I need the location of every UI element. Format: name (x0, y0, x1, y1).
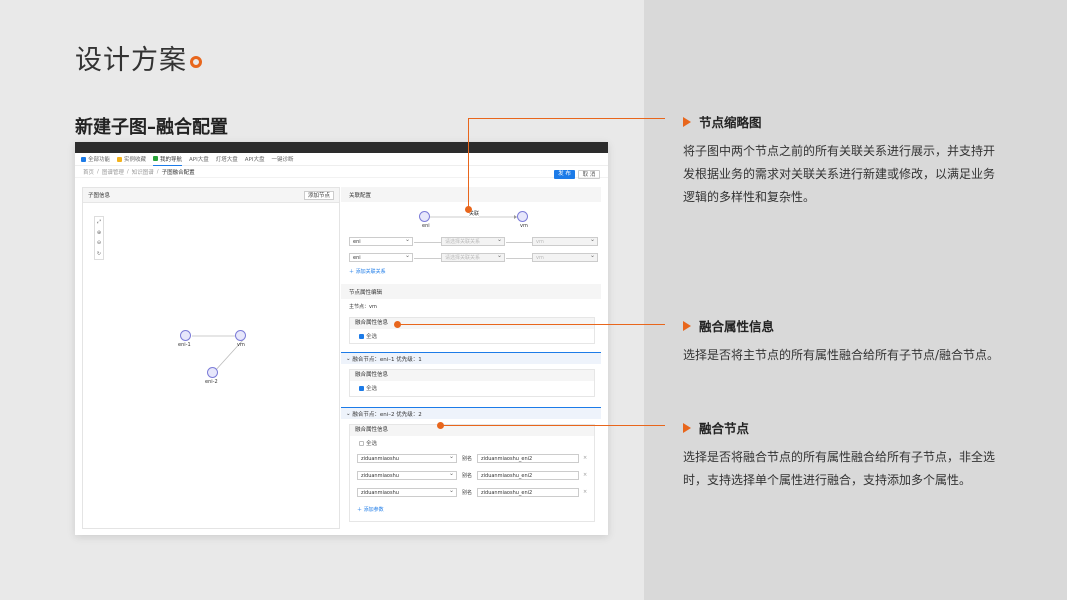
nav-item-diagnose[interactable]: 一键诊断 (271, 155, 293, 163)
crumb-home[interactable]: 首页 (83, 168, 94, 176)
node-label-eni-1: eni-1 (178, 342, 191, 348)
nav-item-api-2[interactable]: API大盘 (245, 155, 265, 163)
nav-item-my-nav[interactable]: 我的导航 (153, 153, 183, 166)
triangle-icon (683, 320, 691, 331)
annotation-title: 融合节点 (699, 421, 750, 436)
user-icon (153, 156, 159, 161)
section-title: 新建子图–融合配置 (75, 117, 228, 138)
node1-merge-box: 融合属性信息 全选 (349, 369, 595, 397)
nav-item-favorites[interactable]: 实例收藏 (117, 155, 146, 163)
annotation-merge-node: 融合节点 选择是否将融合节点的所有属性融合给所有子节点，非全选时，支持选择单个属… (683, 418, 1003, 492)
checkbox-checked-icon[interactable] (359, 386, 364, 391)
annotation-title: 节点缩略图 (699, 115, 762, 130)
marker-dot (437, 422, 444, 429)
crumb-graph-mgmt[interactable]: 图谱管理 (102, 168, 124, 176)
connector-line (397, 324, 665, 325)
alias-input[interactable]: ziduanmiaoshu_eni2 (477, 488, 579, 497)
node1-merge-title: 融合属性信息 (350, 370, 594, 381)
annotation-body: 选择是否将主节点的所有属性融合给所有子节点/融合节点。 (683, 348, 1000, 362)
rel-connector (414, 258, 441, 259)
app-screenshot: 全部功能 实例收藏 我的导航 API大盘 灯塔大盘 API大盘 一键诊断 首页 /… (75, 142, 608, 535)
attr-edit-header: 节点属性编辑 (341, 284, 601, 299)
grid-icon (81, 156, 86, 162)
app-topbar (75, 142, 608, 153)
title-dot-icon (190, 56, 202, 68)
node-label-eni-2: eni-2 (205, 379, 218, 385)
folder-icon (117, 156, 123, 162)
graph-node-vm[interactable] (235, 330, 246, 341)
right-background (644, 0, 1067, 600)
checkbox-checked-icon[interactable] (359, 334, 364, 339)
connector-line (468, 118, 665, 119)
nav-item-api[interactable]: API大盘 (189, 155, 209, 163)
main-node-label: 主节点：vm (349, 304, 377, 310)
annotation-merge-info: 融合属性信息 选择是否将主节点的所有属性融合给所有子节点/融合节点。 (683, 316, 1003, 367)
annotation-title: 融合属性信息 (699, 319, 775, 334)
alias-label: 别名 (462, 473, 473, 479)
rel-connector (414, 242, 441, 243)
rel-to-select[interactable]: vm (532, 252, 598, 262)
node-label-vm: vm (237, 342, 245, 348)
crumb-kg[interactable]: 知识图谱 (132, 168, 154, 176)
thumb-label-vm: vm (520, 223, 528, 229)
annotation-thumbnail: 节点缩略图 将子图中两个节点之前的所有关联关系进行展示，并支持开发根据业务的需求… (683, 112, 1003, 209)
rel-type-select[interactable]: 请选择关联关系 (441, 236, 505, 246)
breadcrumb: 首页 / 图谱管理 / 知识图谱 / 子图融合配置 (75, 166, 608, 178)
rel-connector (506, 242, 532, 243)
connector-line (468, 118, 469, 209)
subgraph-panel: 子图信息 添加节点 ⤢ ⊕ ⊖ ↻ eni-1 vm eni-2 (82, 187, 340, 529)
annotation-body: 将子图中两个节点之前的所有关联关系进行展示，并支持开发根据业务的需求对关联关系进… (683, 144, 996, 204)
node2-select-all[interactable]: 全选 (350, 436, 594, 447)
triangle-icon (683, 422, 691, 433)
merge-node-1-header[interactable]: ⌄ 融合节点：eni–1 优先级：1 (341, 352, 601, 364)
checkbox-unchecked-icon[interactable] (359, 441, 364, 446)
remove-icon[interactable]: × (583, 455, 587, 461)
thumb-label-eni: eni (422, 223, 430, 229)
marker-dot (394, 321, 401, 328)
config-panel: 关联配置 eni 关联 vm eni 请选择关联关系 vm eni 请选择关联关… (341, 187, 601, 529)
remove-icon[interactable]: × (583, 472, 587, 478)
thumb-node-vm[interactable] (517, 211, 528, 222)
rel-from-select[interactable]: eni (349, 236, 413, 246)
marker-dot (465, 206, 472, 213)
rel-type-select[interactable]: 请选择关联关系 (441, 252, 505, 262)
nav-item-all[interactable]: 全部功能 (81, 155, 110, 163)
rel-connector (506, 258, 532, 259)
node1-select-all[interactable]: 全选 (350, 381, 594, 392)
crumb-current: 子图融合配置 (161, 169, 195, 176)
graph-node-eni-1[interactable] (180, 330, 191, 341)
app-nav: 全部功能 实例收藏 我的导航 API大盘 灯塔大盘 API大盘 一键诊断 (75, 153, 608, 166)
rel-from-select[interactable]: eni (349, 252, 413, 262)
slide-title: 设计方案 (75, 45, 187, 76)
connector-line (440, 425, 665, 426)
add-relation-link[interactable]: ＋ 添加关联关系 (349, 268, 386, 275)
thumb-node-eni[interactable] (419, 211, 430, 222)
field-select[interactable]: ziduanmiaoshu (357, 487, 457, 497)
subgraph-edges (192, 334, 244, 373)
triangle-icon (683, 116, 691, 127)
main-merge-box: 融合属性信息 全选 (349, 317, 595, 344)
annotation-body: 选择是否将融合节点的所有属性融合给所有子节点，非全选时，支持选择单个属性进行融合… (683, 450, 996, 487)
alias-input[interactable]: ziduanmiaoshu_eni2 (477, 471, 579, 480)
alias-label: 别名 (462, 456, 473, 462)
rel-to-select[interactable]: vm (532, 236, 598, 246)
cancel-button[interactable]: 取 消 (578, 170, 600, 179)
remove-icon[interactable]: × (583, 489, 587, 495)
add-param-link[interactable]: ＋ 添加参数 (357, 506, 384, 513)
node2-merge-title: 融合属性信息 (350, 425, 594, 436)
main-select-all[interactable]: 全选 (350, 329, 594, 340)
publish-button[interactable]: 发 布 (554, 170, 575, 179)
alias-input[interactable]: ziduanmiaoshu_eni2 (477, 454, 579, 463)
field-select[interactable]: ziduanmiaoshu (357, 470, 457, 480)
merge-node-2-header[interactable]: ⌄ 融合节点：eni–2 优先级：2 (341, 407, 601, 419)
field-select[interactable]: ziduanmiaoshu (357, 453, 457, 463)
graph-node-eni-2[interactable] (207, 367, 218, 378)
plus-icon: ＋ (349, 269, 356, 275)
alias-label: 别名 (462, 490, 473, 496)
plus-icon: ＋ (357, 507, 364, 513)
nav-item-lighthouse[interactable]: 灯塔大盘 (216, 155, 238, 163)
